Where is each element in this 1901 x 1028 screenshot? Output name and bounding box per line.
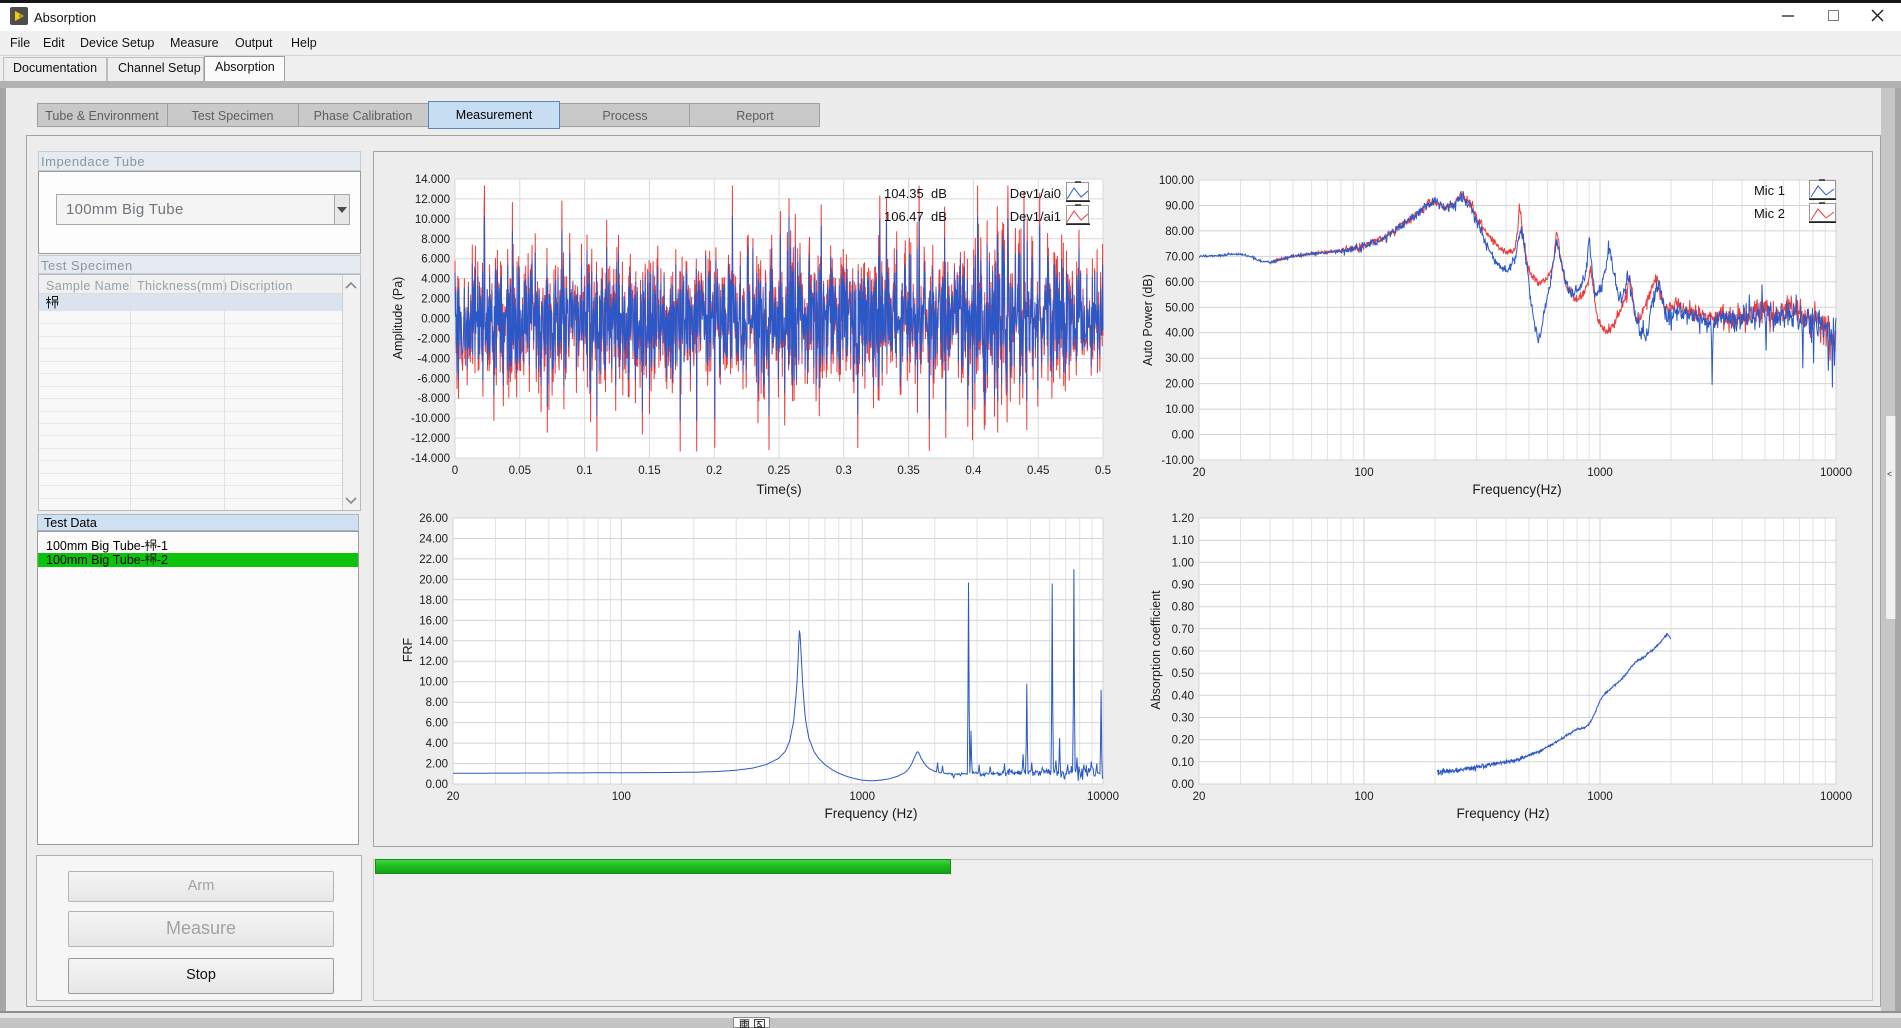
svg-text:10000: 10000 bbox=[1087, 791, 1119, 803]
svg-text:0.4: 0.4 bbox=[965, 465, 982, 477]
svg-text:14.00: 14.00 bbox=[419, 636, 448, 648]
svg-text:60.00: 60.00 bbox=[1165, 277, 1194, 289]
svg-text:FRF: FRF bbox=[401, 637, 415, 662]
svg-text:0.00: 0.00 bbox=[1172, 779, 1194, 791]
svg-text:1000: 1000 bbox=[1587, 791, 1613, 803]
svg-text:0.30: 0.30 bbox=[1172, 713, 1194, 725]
svg-text:0.2: 0.2 bbox=[706, 465, 722, 477]
svg-text:-14.000: -14.000 bbox=[411, 453, 450, 465]
svg-text:104.35 dB: 104.35 dB bbox=[884, 186, 947, 201]
svg-text:14.000: 14.000 bbox=[415, 174, 450, 186]
svg-text:1000: 1000 bbox=[849, 791, 875, 803]
svg-text:20: 20 bbox=[1193, 791, 1206, 803]
svg-text:20: 20 bbox=[1193, 467, 1206, 479]
svg-text:0.20: 0.20 bbox=[1172, 735, 1194, 747]
svg-text:-4.000: -4.000 bbox=[417, 353, 450, 365]
svg-text:4.000: 4.000 bbox=[421, 274, 450, 286]
svg-text:20.00: 20.00 bbox=[419, 574, 448, 586]
svg-text:0.70: 0.70 bbox=[1172, 624, 1194, 636]
svg-text:0.80: 0.80 bbox=[1172, 602, 1194, 614]
svg-text:0.25: 0.25 bbox=[768, 465, 790, 477]
svg-text:Dev1/ai1: Dev1/ai1 bbox=[1010, 209, 1061, 224]
svg-text:Frequency (Hz): Frequency (Hz) bbox=[824, 806, 917, 821]
svg-text:0.1: 0.1 bbox=[577, 465, 593, 477]
svg-text:100.00: 100.00 bbox=[1159, 175, 1194, 187]
svg-text:8.000: 8.000 bbox=[421, 234, 450, 246]
svg-text:4.00: 4.00 bbox=[426, 738, 448, 750]
svg-text:22.00: 22.00 bbox=[419, 554, 448, 566]
svg-text:90.00: 90.00 bbox=[1165, 201, 1194, 213]
svg-text:0.40: 0.40 bbox=[1172, 690, 1194, 702]
svg-text:-10.00: -10.00 bbox=[1161, 455, 1194, 467]
svg-text:2.000: 2.000 bbox=[421, 294, 450, 306]
svg-text:Amplitude (Pa): Amplitude (Pa) bbox=[391, 277, 405, 360]
svg-text:100: 100 bbox=[1354, 791, 1373, 803]
svg-text:106.47 dB: 106.47 dB bbox=[884, 209, 947, 224]
svg-text:10000: 10000 bbox=[1820, 467, 1852, 479]
svg-text:-2.000: -2.000 bbox=[417, 333, 450, 345]
svg-text:1.20: 1.20 bbox=[1172, 513, 1194, 525]
svg-text:40.00: 40.00 bbox=[1165, 328, 1194, 340]
svg-text:16.00: 16.00 bbox=[419, 615, 448, 627]
svg-text:0.90: 0.90 bbox=[1172, 580, 1194, 592]
svg-text:100: 100 bbox=[1354, 467, 1373, 479]
svg-text:26.00: 26.00 bbox=[419, 513, 448, 525]
svg-text:0.5: 0.5 bbox=[1095, 465, 1111, 477]
svg-text:-6.000: -6.000 bbox=[417, 373, 450, 385]
svg-text:18.00: 18.00 bbox=[419, 595, 448, 607]
svg-text:0.45: 0.45 bbox=[1027, 465, 1049, 477]
svg-text:12.000: 12.000 bbox=[415, 194, 450, 206]
svg-text:1.10: 1.10 bbox=[1172, 535, 1194, 547]
svg-text:Absorption coefficient: Absorption coefficient bbox=[1149, 590, 1163, 710]
svg-text:Frequency(Hz): Frequency(Hz) bbox=[1472, 482, 1561, 497]
svg-text:-10.000: -10.000 bbox=[411, 413, 450, 425]
svg-text:20.00: 20.00 bbox=[1165, 379, 1194, 391]
svg-text:Mic 1: Mic 1 bbox=[1754, 183, 1785, 198]
svg-text:6.000: 6.000 bbox=[421, 254, 450, 266]
svg-text:10.00: 10.00 bbox=[419, 677, 448, 689]
svg-text:0.10: 0.10 bbox=[1172, 757, 1194, 769]
svg-text:Mic 2: Mic 2 bbox=[1754, 206, 1785, 221]
svg-text:0.35: 0.35 bbox=[897, 465, 919, 477]
svg-text:0.15: 0.15 bbox=[638, 465, 660, 477]
svg-text:10000: 10000 bbox=[1820, 791, 1852, 803]
svg-text:0.000: 0.000 bbox=[421, 314, 450, 326]
svg-text:20: 20 bbox=[447, 791, 460, 803]
svg-text:1.00: 1.00 bbox=[1172, 557, 1194, 569]
svg-text:Frequency (Hz): Frequency (Hz) bbox=[1456, 806, 1549, 821]
svg-text:30.00: 30.00 bbox=[1165, 353, 1194, 365]
svg-text:6.00: 6.00 bbox=[426, 718, 448, 730]
svg-text:0.50: 0.50 bbox=[1172, 668, 1194, 680]
svg-text:70.00: 70.00 bbox=[1165, 251, 1194, 263]
svg-text:0.3: 0.3 bbox=[836, 465, 852, 477]
svg-text:24.00: 24.00 bbox=[419, 534, 448, 546]
svg-text:12.00: 12.00 bbox=[419, 656, 448, 668]
svg-text:Time(s): Time(s) bbox=[756, 482, 801, 497]
svg-text:1000: 1000 bbox=[1587, 467, 1613, 479]
svg-text:0.05: 0.05 bbox=[509, 465, 531, 477]
svg-text:0.00: 0.00 bbox=[426, 779, 448, 791]
svg-text:0.60: 0.60 bbox=[1172, 646, 1194, 658]
svg-text:0: 0 bbox=[452, 465, 458, 477]
svg-text:10.00: 10.00 bbox=[1165, 404, 1194, 416]
svg-text:Dev1/ai0: Dev1/ai0 bbox=[1010, 186, 1061, 201]
svg-text:10.000: 10.000 bbox=[415, 214, 450, 226]
svg-text:-8.000: -8.000 bbox=[417, 393, 450, 405]
svg-text:50.00: 50.00 bbox=[1165, 302, 1194, 314]
svg-text:8.00: 8.00 bbox=[426, 697, 448, 709]
svg-text:80.00: 80.00 bbox=[1165, 226, 1194, 238]
svg-text:-12.000: -12.000 bbox=[411, 433, 450, 445]
svg-text:0.00: 0.00 bbox=[1172, 430, 1194, 442]
svg-text:2.00: 2.00 bbox=[426, 759, 448, 771]
svg-text:100: 100 bbox=[612, 791, 631, 803]
svg-text:Auto Power (dB): Auto Power (dB) bbox=[1141, 274, 1155, 366]
